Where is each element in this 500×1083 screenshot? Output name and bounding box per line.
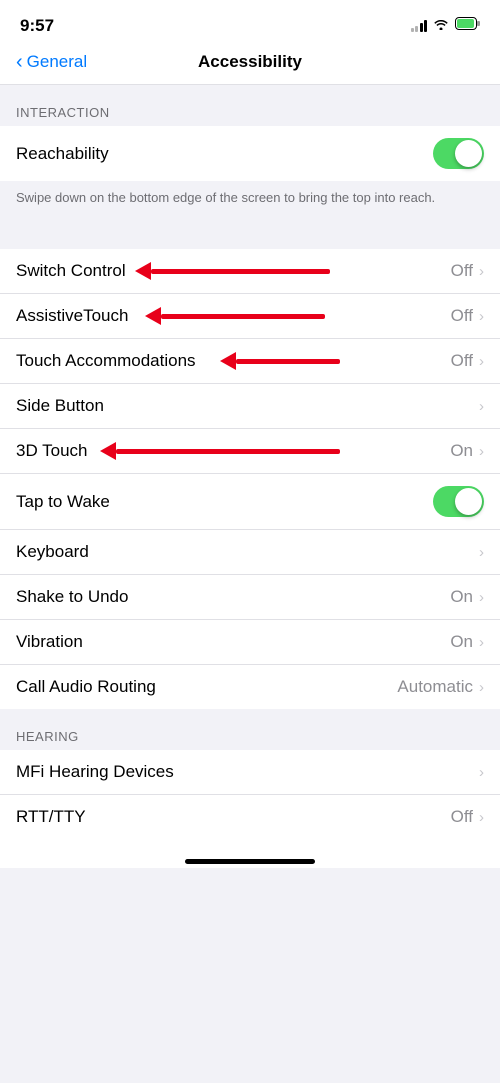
hearing-items-group: MFi Hearing Devices › RTT/TTY Off › [0, 750, 500, 839]
back-button[interactable]: ‹ General [16, 52, 87, 72]
reachability-group: Reachability [0, 126, 500, 181]
side-button-label: Side Button [16, 396, 479, 416]
chevron-right-icon: › [479, 589, 484, 606]
nav-bar: ‹ General Accessibility [0, 44, 500, 85]
switch-control-right: Off › [451, 261, 484, 281]
chevron-right-icon: › [479, 764, 484, 781]
switch-control-label: Switch Control [16, 261, 451, 281]
reachability-label: Reachability [16, 144, 433, 164]
touch-accommodations-right: Off › [451, 351, 484, 371]
chevron-left-icon: ‹ [16, 52, 23, 72]
interaction-section-header: INTERACTION [0, 85, 500, 126]
chevron-right-icon: › [479, 679, 484, 696]
shake-to-undo-right: On › [450, 587, 484, 607]
call-audio-routing-item[interactable]: Call Audio Routing Automatic › [0, 665, 500, 709]
shake-to-undo-item[interactable]: Shake to Undo On › [0, 575, 500, 620]
status-icons [411, 17, 481, 35]
tap-to-wake-label: Tap to Wake [16, 492, 433, 512]
battery-icon [455, 17, 480, 35]
status-bar: 9:57 [0, 0, 500, 44]
rtt-tty-right: Off › [451, 807, 484, 827]
rtt-tty-item[interactable]: RTT/TTY Off › [0, 795, 500, 839]
assistive-touch-item[interactable]: AssistiveTouch Off › [0, 294, 500, 339]
keyboard-label: Keyboard [16, 542, 479, 562]
3d-touch-label: 3D Touch [16, 441, 450, 461]
rtt-tty-value: Off [451, 807, 473, 827]
toggle-knob [455, 488, 482, 515]
3d-touch-right: On › [450, 441, 484, 461]
home-bar [185, 859, 315, 864]
chevron-right-icon: › [479, 809, 484, 826]
mfi-hearing-devices-right: › [479, 764, 484, 781]
back-label: General [27, 52, 87, 72]
touch-accommodations-item[interactable]: Touch Accommodations Off › [0, 339, 500, 384]
touch-accommodations-label: Touch Accommodations [16, 351, 451, 371]
side-button-item[interactable]: Side Button › [0, 384, 500, 429]
reachability-toggle[interactable] [433, 138, 484, 169]
reachability-description: Swipe down on the bottom edge of the scr… [0, 181, 500, 219]
shake-to-undo-value: On [450, 587, 473, 607]
assistive-touch-right: Off › [451, 306, 484, 326]
keyboard-right: › [479, 544, 484, 561]
tap-to-wake-item[interactable]: Tap to Wake [0, 474, 500, 530]
3d-touch-item[interactable]: 3D Touch On › [0, 429, 500, 474]
vibration-label: Vibration [16, 632, 450, 652]
hearing-section-header: HEARING [0, 709, 500, 750]
rtt-tty-label: RTT/TTY [16, 807, 451, 827]
mfi-hearing-devices-label: MFi Hearing Devices [16, 762, 479, 782]
call-audio-routing-value: Automatic [397, 677, 473, 697]
tap-to-wake-toggle[interactable] [433, 486, 484, 517]
shake-to-undo-label: Shake to Undo [16, 587, 450, 607]
keyboard-item[interactable]: Keyboard › [0, 530, 500, 575]
toggle-knob [455, 140, 482, 167]
page-title: Accessibility [198, 52, 302, 72]
chevron-right-icon: › [479, 398, 484, 415]
signal-icon [411, 20, 428, 32]
side-button-right: › [479, 398, 484, 415]
home-indicator [0, 839, 500, 868]
wifi-icon [433, 17, 449, 35]
mfi-hearing-devices-item[interactable]: MFi Hearing Devices › [0, 750, 500, 795]
interaction-items-group: Switch Control Off › AssistiveTouch Off … [0, 249, 500, 709]
chevron-right-icon: › [479, 353, 484, 370]
assistive-touch-label: AssistiveTouch [16, 306, 451, 326]
switch-control-value: Off [451, 261, 473, 281]
switch-control-item[interactable]: Switch Control Off › [0, 249, 500, 294]
chevron-right-icon: › [479, 634, 484, 651]
chevron-right-icon: › [479, 308, 484, 325]
chevron-right-icon: › [479, 443, 484, 460]
call-audio-routing-right: Automatic › [397, 677, 484, 697]
status-time: 9:57 [20, 16, 54, 36]
reachability-item[interactable]: Reachability [0, 126, 500, 181]
chevron-right-icon: › [479, 544, 484, 561]
3d-touch-value: On [450, 441, 473, 461]
vibration-right: On › [450, 632, 484, 652]
vibration-item[interactable]: Vibration On › [0, 620, 500, 665]
chevron-right-icon: › [479, 263, 484, 280]
call-audio-routing-label: Call Audio Routing [16, 677, 397, 697]
assistive-touch-value: Off [451, 306, 473, 326]
touch-accommodations-value: Off [451, 351, 473, 371]
vibration-value: On [450, 632, 473, 652]
